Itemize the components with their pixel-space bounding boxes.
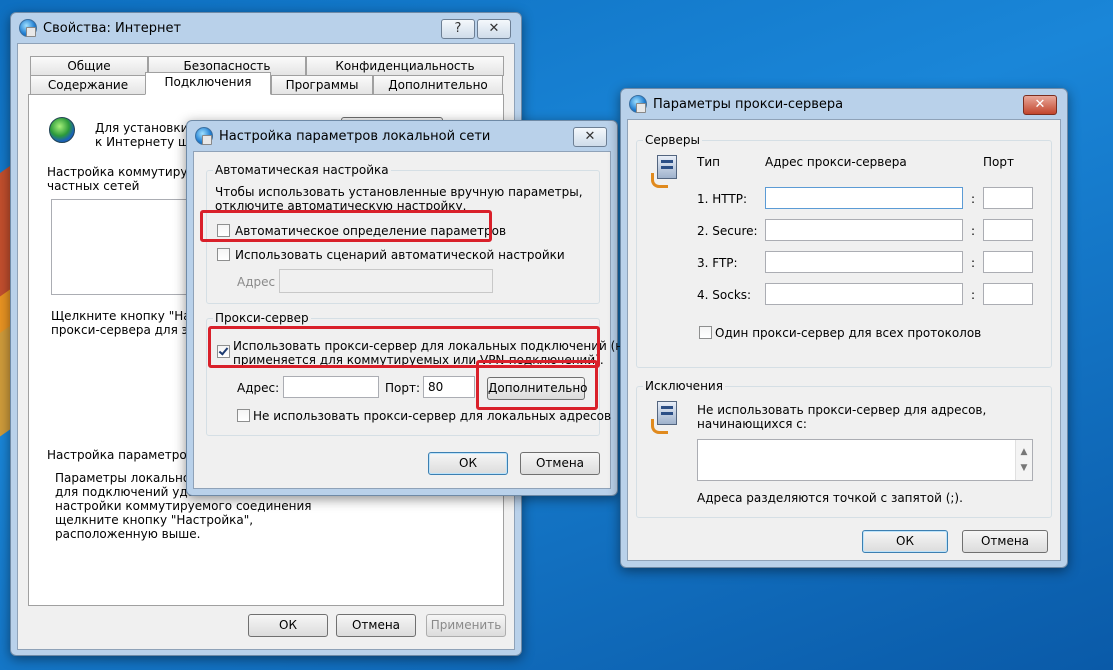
close-button[interactable]: ✕ bbox=[573, 127, 607, 147]
ok-button[interactable]: ОК bbox=[248, 614, 328, 637]
lan-settings-dialog: Настройка параметров локальной сети ✕ Ав… bbox=[186, 120, 631, 496]
lan-settings-label: Настройка параметров л bbox=[47, 448, 206, 462]
auto-desc: Чтобы использовать установленные вручную… bbox=[215, 185, 583, 199]
ftp-port-input[interactable] bbox=[983, 251, 1033, 273]
secure-port-input[interactable] bbox=[983, 219, 1033, 241]
servers-group: Серверы Тип Адрес прокси-сервера Порт 1.… bbox=[636, 133, 1052, 368]
bypass-local-checkbox[interactable] bbox=[237, 409, 250, 422]
proxy-port-input[interactable]: 80 bbox=[423, 376, 475, 398]
proxy-server-icon bbox=[651, 155, 681, 188]
http-address-input[interactable] bbox=[765, 187, 963, 209]
tab-programs[interactable]: Программы bbox=[271, 75, 373, 95]
http-port-input[interactable] bbox=[983, 187, 1033, 209]
titlebar: Настройка параметров локальной сети bbox=[187, 121, 617, 151]
script-address-input[interactable] bbox=[279, 269, 493, 293]
exceptions-desc: начинающихся с: bbox=[697, 417, 807, 431]
globe-network-icon bbox=[49, 117, 75, 143]
close-button[interactable]: ✕ bbox=[477, 19, 511, 39]
exceptions-desc: Не использовать прокси-сервер для адресо… bbox=[697, 403, 987, 417]
cancel-button[interactable]: Отмена bbox=[962, 530, 1048, 553]
internet-options-icon bbox=[19, 19, 37, 37]
tab-general[interactable]: Общие bbox=[30, 56, 148, 76]
apply-button[interactable]: Применить bbox=[426, 614, 506, 637]
exceptions-group: Исключения Не использовать прокси-сервер… bbox=[636, 379, 1052, 518]
cancel-button[interactable]: Отмена bbox=[336, 614, 416, 637]
proxy-hint: Щелкните кнопку "Наст bbox=[51, 309, 205, 323]
group-label: Серверы bbox=[643, 133, 702, 147]
tab-advanced[interactable]: Дополнительно bbox=[373, 75, 503, 95]
scroll-down-icon[interactable]: ▼ bbox=[1016, 458, 1032, 478]
proxy-address-label: Адрес: bbox=[237, 381, 280, 395]
bypass-local-label: Не использовать прокси-сервер для локаль… bbox=[253, 409, 612, 423]
ok-button[interactable]: ОК bbox=[428, 452, 508, 475]
socks-port-input[interactable] bbox=[983, 283, 1033, 305]
column-address-header: Адрес прокси-сервера bbox=[765, 155, 907, 169]
same-proxy-label: Один прокси-сервер для всех протоколов bbox=[715, 326, 982, 340]
ok-button[interactable]: ОК bbox=[862, 530, 948, 553]
tab-privacy[interactable]: Конфиденциальность bbox=[306, 56, 504, 76]
cancel-button[interactable]: Отмена bbox=[520, 452, 600, 475]
tab-content[interactable]: Содержание bbox=[30, 75, 146, 95]
setup-text: к Интернету щ bbox=[95, 135, 190, 149]
proxy-address-input[interactable] bbox=[283, 376, 379, 398]
tab-connections[interactable]: Подключения bbox=[145, 72, 271, 95]
dialog-client: Автоматическая настройка Чтобы использов… bbox=[193, 151, 631, 489]
same-proxy-checkbox[interactable] bbox=[699, 326, 712, 339]
auto-script-checkbox[interactable] bbox=[217, 248, 230, 261]
port-separator: : bbox=[971, 192, 976, 206]
close-button[interactable]: ✕ bbox=[1023, 95, 1057, 115]
help-button[interactable]: ? bbox=[441, 19, 475, 39]
dialog-title: Параметры прокси-сервера bbox=[653, 96, 844, 112]
lan-desc: настройки коммутируемого соединения bbox=[55, 499, 312, 513]
dialup-connections-list[interactable] bbox=[51, 199, 191, 295]
port-separator: : bbox=[971, 288, 976, 302]
secure-label: 2. Secure: bbox=[697, 224, 758, 238]
group-label: Исключения bbox=[643, 379, 725, 393]
dialog-client: Серверы Тип Адрес прокси-сервера Порт 1.… bbox=[627, 119, 1061, 561]
dialup-label: частных сетей bbox=[47, 179, 140, 193]
internet-options-icon bbox=[629, 95, 647, 113]
dialog-title: Настройка параметров локальной сети bbox=[219, 128, 491, 144]
proxy-port-label: Порт: bbox=[385, 381, 421, 395]
column-type-header: Тип bbox=[697, 155, 720, 169]
highlight-advanced-button bbox=[476, 360, 598, 410]
lan-desc: щелкните кнопку "Настройка", bbox=[55, 513, 254, 527]
group-label: Прокси-сервер bbox=[213, 311, 311, 325]
window-title: Свойства: Интернет bbox=[43, 20, 182, 36]
proxy-settings-dialog: Параметры прокси-сервера ✕ Серверы Тип А… bbox=[620, 88, 1068, 568]
secure-address-input[interactable] bbox=[765, 219, 963, 241]
column-port-header: Порт bbox=[983, 155, 1014, 169]
titlebar: Параметры прокси-сервера bbox=[621, 89, 1067, 119]
ftp-label: 3. FTP: bbox=[697, 256, 738, 270]
proxy-hint: прокси-сервера для это bbox=[51, 323, 203, 337]
port-separator: : bbox=[971, 256, 976, 270]
exceptions-textarea[interactable]: ▲ ▼ bbox=[697, 439, 1033, 481]
socks-label: 4. Socks: bbox=[697, 288, 752, 302]
exceptions-hint: Адреса разделяются точкой с запятой (;). bbox=[697, 491, 963, 505]
auto-script-label: Использовать сценарий автоматической нас… bbox=[235, 248, 565, 262]
setup-text: Для установки п bbox=[95, 121, 201, 135]
scrollbar[interactable]: ▲ ▼ bbox=[1015, 440, 1032, 480]
http-label: 1. HTTP: bbox=[697, 192, 748, 206]
lan-desc: расположенную выше. bbox=[55, 527, 201, 541]
lan-desc: для подключений удал bbox=[55, 485, 203, 499]
group-label: Автоматическая настройка bbox=[213, 163, 391, 177]
port-separator: : bbox=[971, 224, 976, 238]
internet-options-icon bbox=[195, 127, 213, 145]
socks-address-input[interactable] bbox=[765, 283, 963, 305]
highlight-auto-detect bbox=[200, 210, 492, 242]
ftp-address-input[interactable] bbox=[765, 251, 963, 273]
script-address-label: Адрес bbox=[237, 275, 276, 289]
proxy-server-icon bbox=[651, 401, 681, 434]
